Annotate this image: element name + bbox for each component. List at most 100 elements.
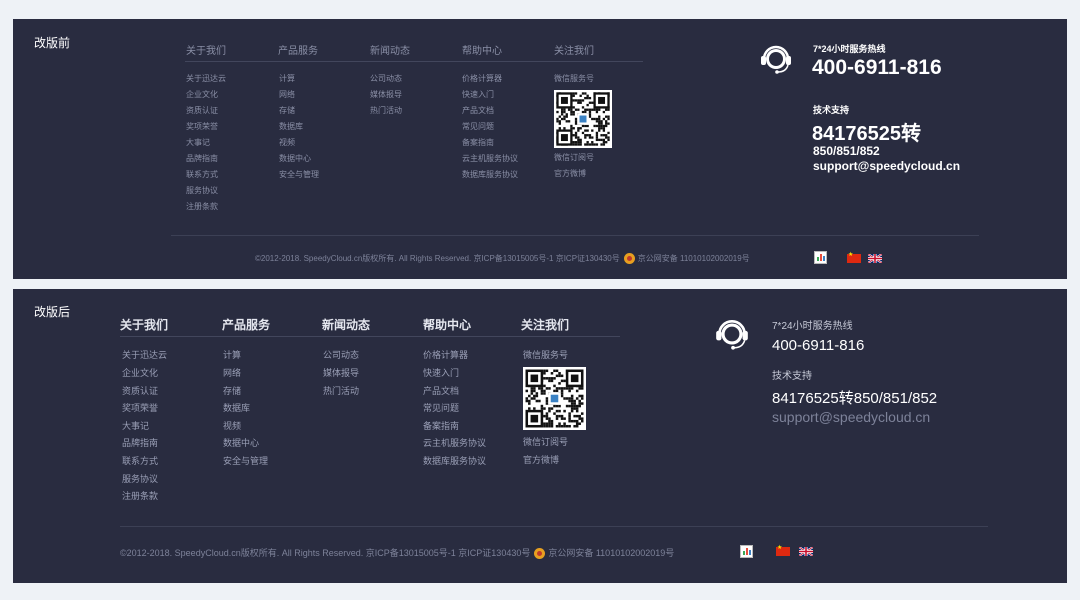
after-link-compute[interactable]: 计算 xyxy=(223,350,241,361)
after-link-contact[interactable]: 联系方式 xyxy=(122,456,158,467)
after-link-docs[interactable]: 产品文档 xyxy=(423,386,459,397)
after-copyright: ©2012-2018. SpeedyCloud.cn版权所有. All Righ… xyxy=(120,546,674,560)
after-link-service-agreement[interactable]: 服务协议 xyxy=(122,474,158,485)
after-link-faq[interactable]: 常见问题 xyxy=(423,403,459,414)
after-link-quick-start[interactable]: 快速入门 xyxy=(423,368,459,379)
after-link-datacenter[interactable]: 数据中心 xyxy=(223,438,259,449)
before-copyright: ©2012-2018. SpeedyCloud.cn版权所有. All Righ… xyxy=(255,253,750,265)
after-col-help-title: 帮助中心 xyxy=(423,318,472,332)
before-link-milestones[interactable]: 大事记 xyxy=(186,138,210,148)
after-link-milestones[interactable]: 大事记 xyxy=(122,421,149,432)
before-hotline-number: 400-6911-816 xyxy=(812,56,942,79)
before-support-email[interactable]: support@speedycloud.cn xyxy=(813,159,960,173)
after-link-culture[interactable]: 企业文化 xyxy=(122,368,158,379)
uk-flag-icon[interactable] xyxy=(868,254,882,263)
stats-icon[interactable] xyxy=(740,545,753,558)
before-link-wechat-subscribe[interactable]: 微信订阅号 xyxy=(554,153,594,163)
before-link-video[interactable]: 视频 xyxy=(279,138,295,148)
after-link-security[interactable]: 安全与管理 xyxy=(223,456,268,467)
after-col-products-title: 产品服务 xyxy=(222,318,271,332)
before-link-price-calculator[interactable]: 价格计算器 xyxy=(462,74,502,84)
uk-flag-icon[interactable] xyxy=(799,547,813,556)
after-link-wechat-subscribe[interactable]: 微信订阅号 xyxy=(523,437,568,448)
after-link-wechat-service[interactable]: 微信服务号 xyxy=(523,350,568,361)
before-link-contact[interactable]: 联系方式 xyxy=(186,170,218,180)
after-link-icp-guide[interactable]: 备案指南 xyxy=(423,421,459,432)
china-flag-icon[interactable] xyxy=(776,544,790,556)
before-support-phone: 84176525转 xyxy=(812,123,921,145)
before-link-database[interactable]: 数据库 xyxy=(279,122,303,132)
before-link-culture[interactable]: 企业文化 xyxy=(186,90,218,100)
after-link-storage[interactable]: 存储 xyxy=(223,386,241,397)
before-link-quick-start[interactable]: 快速入门 xyxy=(462,90,494,100)
before-link-brand-guide[interactable]: 品牌指南 xyxy=(186,154,218,164)
after-tag: 改版后 xyxy=(34,305,71,319)
before-link-certification[interactable]: 资质认证 xyxy=(186,106,218,116)
headset-icon xyxy=(716,320,748,350)
qr-code-icon xyxy=(554,90,612,148)
after-police-record[interactable]: 京公网安备 11010102002019号 xyxy=(548,548,674,558)
after-col-follow-title: 关注我们 xyxy=(521,318,570,332)
after-copyright-text: ©2012-2018. SpeedyCloud.cn版权所有. All Righ… xyxy=(120,548,531,558)
after-support-phone: 84176525转850/851/852 xyxy=(772,390,938,407)
before-link-events[interactable]: 热门活动 xyxy=(370,106,402,116)
before-support-ext: 850/851/852 xyxy=(813,144,880,158)
before-link-icp-guide[interactable]: 备案指南 xyxy=(462,138,494,148)
before-col-products-title: 产品服务 xyxy=(278,46,318,57)
before-link-datacenter[interactable]: 数据中心 xyxy=(279,154,311,164)
after-hotline-number: 400-6911-816 xyxy=(772,337,865,354)
before-link-cloud-agreement[interactable]: 云主机服务协议 xyxy=(462,154,518,164)
after-link-about-speedy[interactable]: 关于迅达云 xyxy=(122,350,167,361)
before-link-compute[interactable]: 计算 xyxy=(279,74,295,84)
after-link-price-calculator[interactable]: 价格计算器 xyxy=(423,350,468,361)
before-link-wechat-service[interactable]: 微信服务号 xyxy=(554,74,594,84)
before-link-weibo[interactable]: 官方微博 xyxy=(554,169,586,179)
before-tag: 改版前 xyxy=(34,36,71,50)
before-police-record[interactable]: 京公网安备 11010102002019号 xyxy=(638,254,750,263)
footer-before-panel: 改版前 关于我们 产品服务 新闻动态 帮助中心 关注我们 关于迅达云 企业文化 … xyxy=(13,19,1067,279)
before-link-service-agreement[interactable]: 服务协议 xyxy=(186,186,218,196)
after-qr-code xyxy=(523,367,586,430)
before-columns-divider xyxy=(185,61,643,62)
before-bottom-divider xyxy=(171,235,979,236)
qr-code-icon xyxy=(523,367,586,430)
after-bottom-divider xyxy=(120,526,988,527)
after-link-company-news[interactable]: 公司动态 xyxy=(323,350,359,361)
after-link-cloud-agreement[interactable]: 云主机服务协议 xyxy=(423,438,486,449)
before-link-docs[interactable]: 产品文档 xyxy=(462,106,494,116)
before-link-network[interactable]: 网络 xyxy=(279,90,295,100)
stats-icon[interactable] xyxy=(814,251,827,264)
after-link-events[interactable]: 热门活动 xyxy=(323,386,359,397)
after-link-db-agreement[interactable]: 数据库服务协议 xyxy=(423,456,486,467)
after-link-registration-terms[interactable]: 注册条款 xyxy=(122,491,158,502)
after-columns-divider xyxy=(120,336,620,337)
after-link-video[interactable]: 视频 xyxy=(223,421,241,432)
after-link-network[interactable]: 网络 xyxy=(223,368,241,379)
after-link-certification[interactable]: 资质认证 xyxy=(122,386,158,397)
before-link-storage[interactable]: 存储 xyxy=(279,106,295,116)
before-link-awards[interactable]: 奖项荣誉 xyxy=(186,122,218,132)
before-link-faq[interactable]: 常见问题 xyxy=(462,122,494,132)
after-link-database[interactable]: 数据库 xyxy=(223,403,250,414)
before-support-label: 技术支持 xyxy=(813,105,850,115)
after-col-news-title: 新闻动态 xyxy=(322,318,371,332)
before-link-security[interactable]: 安全与管理 xyxy=(279,170,319,180)
before-col-follow-title: 关注我们 xyxy=(554,46,594,57)
before-link-registration-terms[interactable]: 注册条款 xyxy=(186,202,218,212)
police-badge-icon xyxy=(534,548,546,560)
after-link-awards[interactable]: 奖项荣誉 xyxy=(122,403,158,414)
after-support-email[interactable]: support@speedycloud.cn xyxy=(772,409,930,425)
after-link-media[interactable]: 媒体报导 xyxy=(323,368,359,379)
after-hotline-label: 7*24小时服务热线 xyxy=(772,321,853,332)
before-col-help-title: 帮助中心 xyxy=(462,46,502,57)
before-link-db-agreement[interactable]: 数据库服务协议 xyxy=(462,170,518,180)
after-link-weibo[interactable]: 官方微博 xyxy=(523,455,559,466)
china-flag-icon[interactable] xyxy=(847,251,861,263)
before-link-company-news[interactable]: 公司动态 xyxy=(370,74,402,84)
before-link-about-speedy[interactable]: 关于迅达云 xyxy=(186,74,226,84)
police-badge-icon xyxy=(623,253,635,265)
before-link-media[interactable]: 媒体报导 xyxy=(370,90,402,100)
headset-icon xyxy=(761,45,791,74)
after-col-about-title: 关于我们 xyxy=(120,318,169,332)
after-link-brand-guide[interactable]: 品牌指南 xyxy=(122,438,158,449)
